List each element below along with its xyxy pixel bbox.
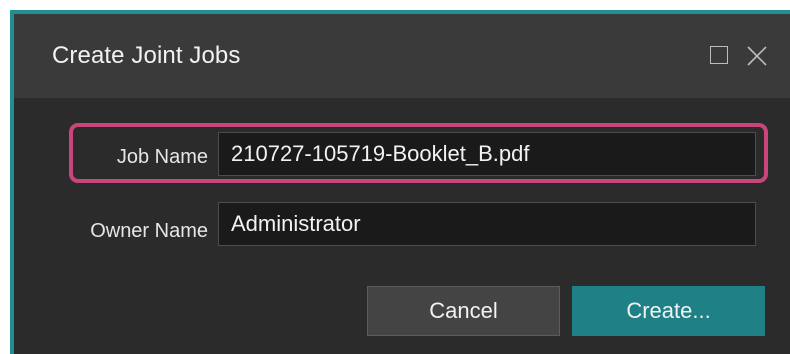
job-name-label: Job Name <box>116 146 208 168</box>
create-button[interactable]: Create... <box>572 286 765 336</box>
maximize-square-icon <box>710 46 728 64</box>
dialog-title: Create Joint Jobs <box>52 42 241 69</box>
close-x-icon <box>747 46 767 66</box>
owner-name-input[interactable] <box>218 202 756 246</box>
maximize-button[interactable] <box>708 44 732 68</box>
dialog-content: Job Name Owner Name Cancel Create... <box>14 98 790 354</box>
cancel-button[interactable]: Cancel <box>367 286 560 336</box>
job-name-input[interactable] <box>218 132 756 176</box>
close-button[interactable] <box>745 44 769 68</box>
screenshot-frame: Create Joint Jobs Job Name Owner Name Ca… <box>0 0 790 354</box>
dialog-titlebar: Create Joint Jobs <box>14 14 790 98</box>
create-joint-jobs-dialog: Create Joint Jobs Job Name Owner Name Ca… <box>10 10 790 354</box>
owner-name-label: Owner Name <box>90 220 208 242</box>
